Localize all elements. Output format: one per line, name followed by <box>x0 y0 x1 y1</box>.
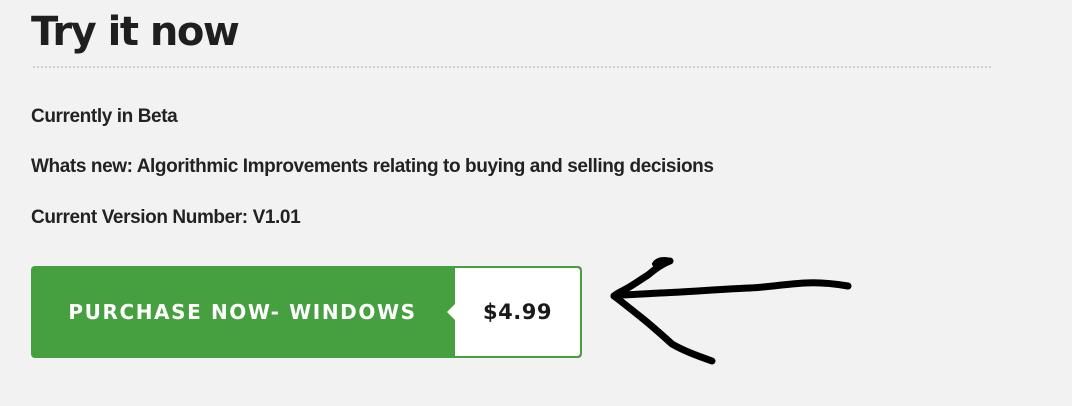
purchase-windows-button[interactable]: PURCHASE NOW- WINDOWS $4.99 <box>31 266 582 358</box>
arrow-head-lower <box>610 292 716 365</box>
version-number-text: Current Version Number: V1.01 <box>31 207 301 228</box>
beta-status-text: Currently in Beta <box>31 106 178 127</box>
purchase-button-label: PURCHASE NOW- WINDOWS <box>68 300 417 324</box>
whats-new-text: Whats new: Algorithmic Improvements rela… <box>31 156 714 177</box>
price-tag: $4.99 <box>447 268 580 356</box>
page-title: Try it now <box>31 9 240 55</box>
arrow-shaft <box>612 279 852 299</box>
price-tag-notch <box>447 304 455 320</box>
price-label: $4.99 <box>483 300 552 324</box>
dotted-divider <box>33 66 991 68</box>
hand-drawn-arrow-icon <box>610 257 852 365</box>
